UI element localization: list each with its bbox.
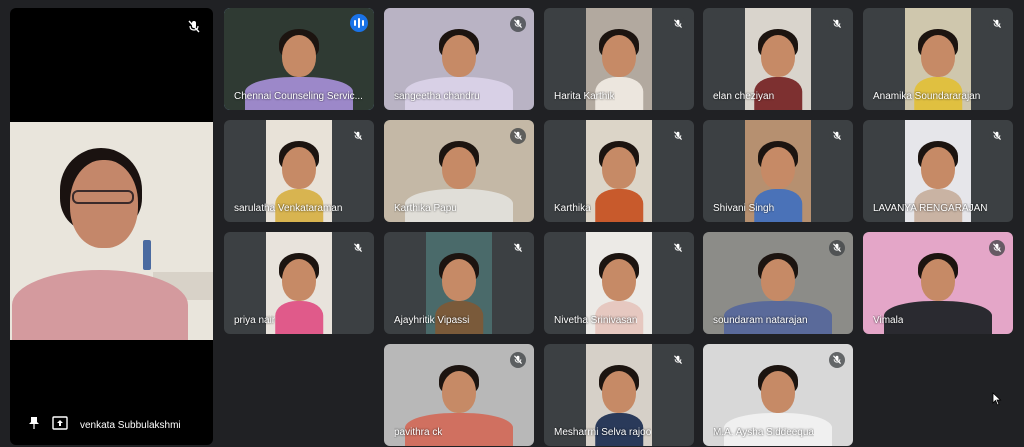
mic-off-icon (989, 16, 1005, 32)
participant-figure (586, 120, 652, 222)
mic-off-icon (829, 128, 845, 144)
participant-tile[interactable]: sangeetha chandru (384, 8, 534, 110)
mic-off-icon (989, 128, 1005, 144)
participant-face (761, 146, 795, 189)
participant-face (761, 34, 795, 77)
participant-video (266, 232, 332, 334)
participant-name: Mesharrni Selva rajoo (554, 427, 652, 438)
participant-tile[interactable]: Mesharrni Selva rajoo (544, 344, 694, 446)
participant-tile[interactable]: sarulatha Venkataraman (224, 120, 374, 222)
participant-face (442, 258, 476, 301)
participant-tile[interactable]: Vimala (863, 232, 1013, 334)
participant-face (282, 146, 316, 189)
mic-off-icon (187, 20, 201, 39)
participant-face (602, 258, 636, 301)
participant-face (921, 34, 955, 77)
participant-name: Karthika (554, 203, 591, 214)
mic-off-icon (829, 240, 845, 256)
participant-tile[interactable]: Karthika (544, 120, 694, 222)
speaking-indicator-icon (350, 14, 368, 32)
mic-off-icon (670, 352, 686, 368)
participant-face (761, 370, 795, 413)
mic-off-icon (510, 352, 526, 368)
participant-name: sangeetha chandru (394, 91, 480, 102)
participant-tile[interactable]: Harita Karthik (544, 8, 694, 110)
mic-off-icon (670, 128, 686, 144)
participant-face (282, 34, 316, 77)
mic-off-icon (670, 16, 686, 32)
participant-name: Chennai Counseling Servic... (234, 91, 363, 102)
mic-off-icon (829, 16, 845, 32)
main-participant-video (10, 122, 213, 340)
participant-body (275, 301, 323, 334)
participant-tile[interactable]: LAVANYA RENGARAJAN (863, 120, 1013, 222)
participant-name: Ajayhritik Vipassi (394, 315, 470, 326)
participant-face (442, 34, 476, 77)
mic-off-icon (510, 16, 526, 32)
participant-tile[interactable]: pavithra ck (384, 344, 534, 446)
participant-face (761, 258, 795, 301)
participant-face (921, 258, 955, 301)
participant-tile[interactable]: Anamika Soundararajan (863, 8, 1013, 110)
main-glasses (72, 190, 134, 204)
mic-off-icon (829, 352, 845, 368)
present-icon[interactable] (52, 416, 68, 435)
participant-name: pavithra ck (394, 427, 443, 438)
participant-face (921, 146, 955, 189)
mic-off-icon (989, 240, 1005, 256)
mic-off-icon (350, 128, 366, 144)
participant-face (282, 258, 316, 301)
main-participant-name: venkata Subbulakshmi (80, 420, 181, 431)
participant-name: Shivani Singh (713, 203, 775, 214)
participant-face (442, 146, 476, 189)
mic-off-icon (670, 240, 686, 256)
mic-off-icon (350, 240, 366, 256)
participant-name: priya nair (234, 315, 276, 326)
main-body (12, 270, 188, 340)
participant-name: sarulatha Venkataraman (234, 203, 343, 214)
participant-tile[interactable]: soundaram natarajan (703, 232, 853, 334)
participant-name: M.A. Aysha Siddeequa (713, 427, 814, 438)
mic-off-icon (510, 240, 526, 256)
participant-name: elan cheziyan (713, 91, 775, 102)
mouse-cursor-icon (992, 392, 1002, 411)
bottle (143, 240, 151, 270)
pin-icon[interactable] (28, 416, 40, 435)
participant-figure (266, 232, 332, 334)
participant-video (586, 120, 652, 222)
participant-body (595, 189, 643, 222)
main-face (70, 160, 138, 248)
mic-off-icon (510, 128, 526, 144)
participant-name: Nivetha Srinivasan (554, 315, 638, 326)
participant-face (602, 146, 636, 189)
participant-face (442, 370, 476, 413)
participant-tile[interactable]: M.A. Aysha Siddeequa (703, 344, 853, 446)
participant-name: Anamika Soundararajan (873, 91, 981, 102)
participant-tile[interactable]: Nivetha Srinivasan (544, 232, 694, 334)
participant-tile[interactable]: Karthika Papu (384, 120, 534, 222)
main-participant-tile[interactable]: venkata Subbulakshmi (10, 8, 213, 445)
participant-tile[interactable]: elan cheziyan (703, 8, 853, 110)
participant-name: LAVANYA RENGARAJAN (873, 203, 988, 214)
participant-name: soundaram natarajan (713, 315, 808, 326)
participant-tile[interactable]: priya nair (224, 232, 374, 334)
participant-tile[interactable]: Ajayhritik Vipassi (384, 232, 534, 334)
participant-name: Vimala (873, 315, 904, 326)
participant-face (602, 34, 636, 77)
participant-name: Harita Karthik (554, 91, 615, 102)
participant-face (602, 370, 636, 413)
participant-tile[interactable]: Chennai Counseling Servic... (224, 8, 374, 110)
participant-name: Karthika Papu (394, 203, 457, 214)
participant-tile[interactable]: Shivani Singh (703, 120, 853, 222)
